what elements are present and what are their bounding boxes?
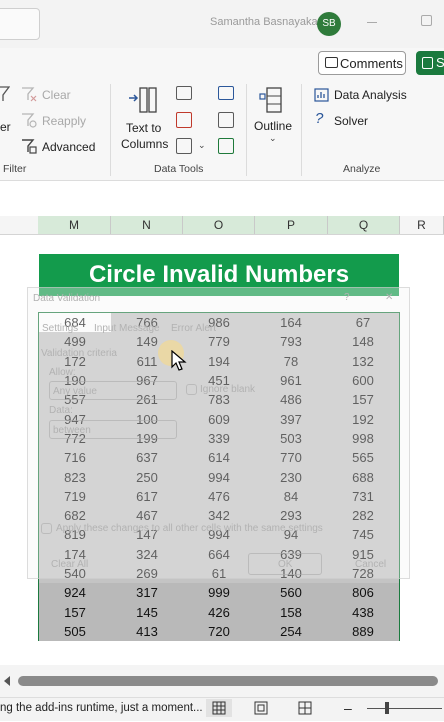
ignore-blank-checkbox[interactable] [186, 384, 197, 395]
flash-fill-icon[interactable] [176, 86, 192, 100]
text-to-columns-icon [129, 87, 157, 113]
funnel-icon [0, 86, 10, 101]
table-row: 157 145 426 158 438 [39, 602, 399, 622]
mouse-cursor-icon [171, 350, 187, 371]
cell[interactable]: 157 [39, 602, 111, 622]
consolidate-icon[interactable] [218, 86, 234, 100]
cell[interactable]: 413 [111, 621, 183, 642]
data-analysis-icon [314, 88, 329, 102]
column-header-m[interactable]: M [38, 216, 111, 234]
cell[interactable]: 145 [111, 602, 183, 622]
cell[interactable]: 720 [183, 621, 255, 642]
data-validation-icon[interactable] [176, 138, 192, 154]
column-header-q[interactable]: Q [328, 216, 400, 234]
comment-icon [325, 57, 338, 68]
group-separator [246, 84, 247, 176]
search-box[interactable] [0, 8, 40, 40]
filter-group-label: Filter [3, 163, 27, 175]
column-header-o[interactable]: O [183, 216, 255, 234]
table-row: 924 317 999 560 806 [39, 583, 399, 603]
column-header-r[interactable]: R [400, 216, 444, 234]
grid-icon [212, 701, 226, 715]
avatar[interactable]: SB [317, 12, 341, 36]
chevron-down-icon[interactable]: ⌄ [198, 140, 206, 151]
cell[interactable]: 505 [39, 621, 111, 642]
group-separator [301, 84, 302, 176]
cell[interactable]: 426 [183, 602, 255, 622]
text-to-columns-label-2[interactable]: Columns [121, 137, 168, 151]
cancel-button[interactable]: Cancel [355, 559, 386, 570]
maximize-button[interactable] [421, 15, 432, 26]
cell[interactable]: 438 [327, 602, 399, 622]
dialog-title: Data Validation [33, 293, 101, 304]
reapply-icon [22, 113, 37, 128]
scrollbar-thumb[interactable] [18, 676, 438, 686]
status-message: ng the add-ins runtime, just a moment... [0, 702, 203, 714]
cell[interactable]: 806 [327, 583, 399, 603]
allow-value: Any value [53, 386, 97, 397]
data-validation-dialog: Data Validation ? ✕ Settings Input Messa… [27, 287, 410, 579]
outline-icon [259, 87, 282, 113]
relationships-icon[interactable] [218, 112, 234, 128]
solver-button[interactable]: Solver [334, 114, 368, 128]
filter-partial-label: er [0, 120, 11, 134]
comments-button[interactable]: Comments [318, 51, 406, 75]
allow-label: Allow: [49, 367, 76, 378]
help-button[interactable]: ? [344, 292, 350, 303]
page-break-icon [298, 701, 312, 715]
cell[interactable]: 158 [255, 602, 327, 622]
apply-all-label: Apply these changes to all other cells w… [56, 523, 323, 534]
text-to-columns-label-1[interactable]: Text to [126, 121, 161, 135]
clear-filter-icon [22, 87, 37, 102]
column-header-n[interactable]: N [111, 216, 183, 234]
data-model-icon[interactable] [218, 138, 234, 154]
scroll-left-icon[interactable] [4, 676, 10, 686]
reapply-button[interactable]: Reapply [42, 114, 86, 128]
cell[interactable]: 924 [39, 583, 111, 603]
page-layout-icon [254, 701, 268, 715]
apply-all-checkbox[interactable] [41, 523, 52, 534]
analyze-group-label: Analyze [343, 163, 381, 175]
ok-label: OK [278, 559, 293, 570]
cell[interactable]: 560 [255, 583, 327, 603]
cell[interactable]: 317 [111, 583, 183, 603]
group-separator [110, 84, 111, 176]
normal-view-button[interactable] [206, 699, 232, 717]
chevron-down-icon[interactable]: ⌄ [269, 133, 277, 144]
column-header-p[interactable]: P [255, 216, 328, 234]
share-button[interactable]: S [416, 51, 444, 75]
minimize-button[interactable] [367, 22, 377, 23]
data-value: between [53, 425, 91, 436]
advanced-button[interactable]: Advanced [42, 140, 95, 154]
tab-settings[interactable]: Settings [42, 323, 78, 334]
cell[interactable]: 254 [255, 621, 327, 642]
close-button[interactable]: ✕ [385, 292, 393, 303]
clear-all-button[interactable]: Clear All [51, 559, 88, 570]
clear-button[interactable]: Clear [42, 88, 71, 102]
horizontal-scrollbar[interactable] [0, 665, 444, 697]
page-layout-view-button[interactable] [248, 699, 274, 717]
solver-icon: ? [315, 110, 324, 127]
remove-duplicates-icon[interactable] [176, 112, 192, 128]
table-row: 505 413 720 254 889 [39, 621, 399, 642]
cell[interactable]: 999 [183, 583, 255, 603]
ignore-blank-label: Ignore blank [200, 384, 256, 395]
outline-button[interactable]: Outline [254, 119, 292, 133]
data-analysis-button[interactable]: Data Analysis [334, 88, 407, 102]
share-icon [422, 57, 433, 69]
zoom-slider-thumb[interactable] [385, 702, 389, 714]
data-tools-group-label: Data Tools [154, 163, 204, 175]
data-label: Data: [49, 405, 73, 416]
cell[interactable]: 889 [327, 621, 399, 642]
criteria-label: Validation criteria [41, 348, 117, 359]
advanced-filter-icon [22, 139, 37, 154]
tab-error-alert[interactable]: Error Alert [171, 323, 216, 334]
zoom-out-button[interactable]: – [344, 701, 352, 715]
zoom-slider[interactable] [367, 708, 442, 709]
page-break-view-button[interactable] [292, 699, 318, 717]
tab-input-message[interactable]: Input Message [94, 323, 160, 334]
user-name: Samantha Basnayaka [210, 16, 318, 28]
